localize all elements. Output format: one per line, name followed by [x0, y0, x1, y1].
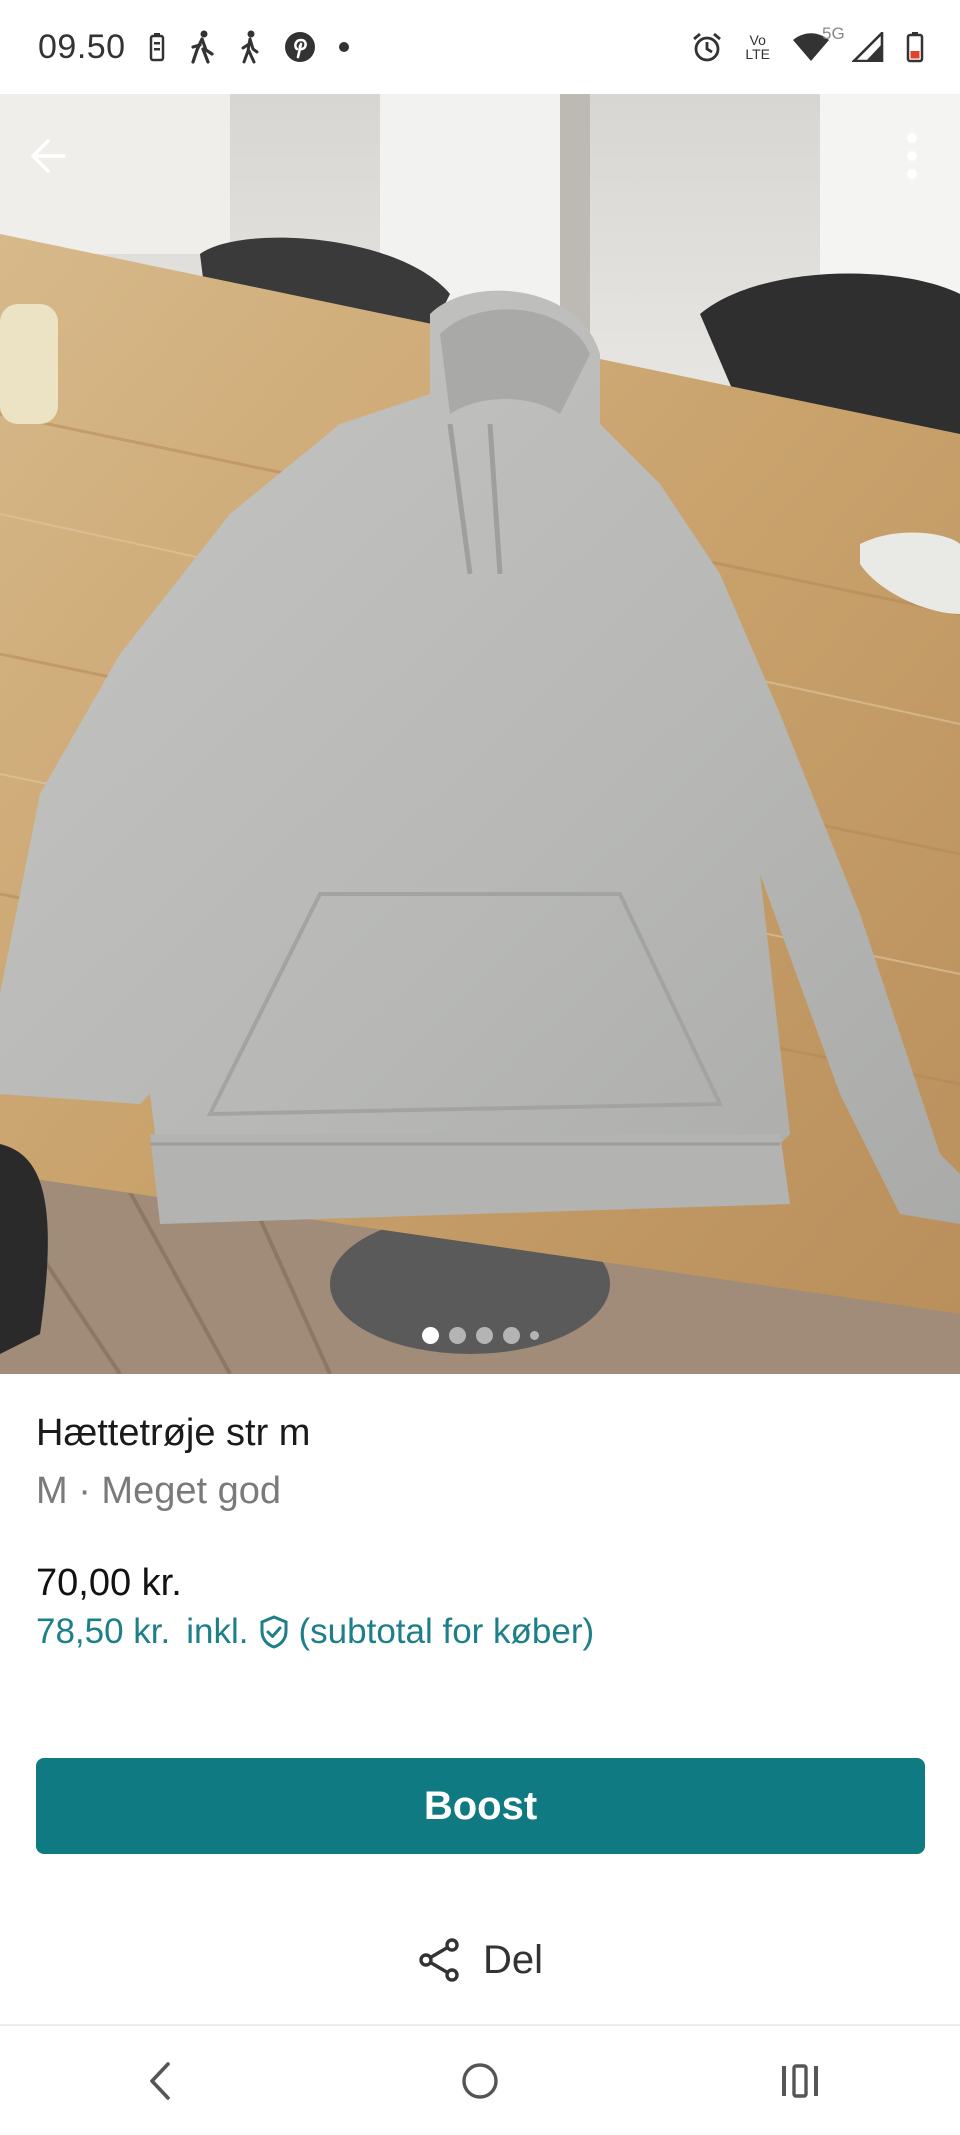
- listing-size-condition: M · Meget god: [36, 1470, 281, 1512]
- signal-5g-icon: 5G: [822, 24, 884, 62]
- nav-home-button[interactable]: [435, 2036, 525, 2126]
- listing-price: 70,00 kr.: [36, 1562, 182, 1604]
- battery-icon: [906, 31, 924, 63]
- pinterest-icon: [284, 31, 316, 63]
- photo-dot-1[interactable]: [421, 1327, 439, 1344]
- notification-dot-icon: [338, 41, 350, 53]
- buyer-price-line[interactable]: 78,50 kr. inkl. (subtotal for køber): [36, 1612, 594, 1652]
- boost-button[interactable]: Boost: [36, 1758, 925, 1854]
- photo-dot-2[interactable]: [448, 1327, 466, 1344]
- share-button[interactable]: Del: [0, 1920, 960, 2000]
- listing-title: Hættetrøje str m: [36, 1412, 311, 1454]
- home-circle-icon: [462, 2062, 498, 2099]
- shield-check-icon: [259, 1615, 289, 1649]
- alarm-icon: [691, 31, 723, 63]
- walking-icon-2: [238, 30, 262, 64]
- photo-pagination: [0, 1327, 960, 1344]
- status-right: Vo LTE 5G: [691, 24, 924, 63]
- buyer-total: 78,50 kr.: [36, 1612, 171, 1651]
- walking-icon: [188, 30, 216, 64]
- nav-recents-button[interactable]: [755, 2036, 845, 2126]
- volte-label: Vo: [749, 32, 766, 48]
- back-arrow-icon: [31, 139, 66, 173]
- status-bar: 09.50 Vo LTE 5G: [0, 0, 960, 94]
- buyer-incl: inkl.: [186, 1612, 249, 1651]
- more-vert-icon: [907, 133, 917, 179]
- share-label: Del: [482, 1937, 544, 1982]
- listing-photo[interactable]: [0, 94, 960, 1374]
- photo-dot-3[interactable]: [475, 1327, 493, 1344]
- buyer-note: (subtotal for køber): [298, 1612, 595, 1651]
- back-button[interactable]: [8, 116, 88, 196]
- lte-label: LTE: [745, 46, 770, 62]
- battery-saver-icon: [148, 32, 166, 62]
- chevron-left-icon: [150, 2061, 170, 2100]
- photo-dot-4[interactable]: [502, 1327, 520, 1344]
- system-nav-bar: [0, 2024, 960, 2135]
- volte-icon: Vo LTE: [745, 33, 770, 61]
- status-left: 09.50: [38, 28, 350, 67]
- recents-icon: [782, 2063, 818, 2098]
- more-options-button[interactable]: [872, 116, 952, 196]
- photo-dot-5[interactable]: [529, 1331, 539, 1340]
- hoodie-photo-image: [0, 94, 960, 1374]
- share-icon: [419, 1938, 459, 1982]
- clock: 09.50: [38, 27, 126, 66]
- nav-back-button[interactable]: [115, 2036, 205, 2126]
- network-type: 5G: [822, 24, 845, 43]
